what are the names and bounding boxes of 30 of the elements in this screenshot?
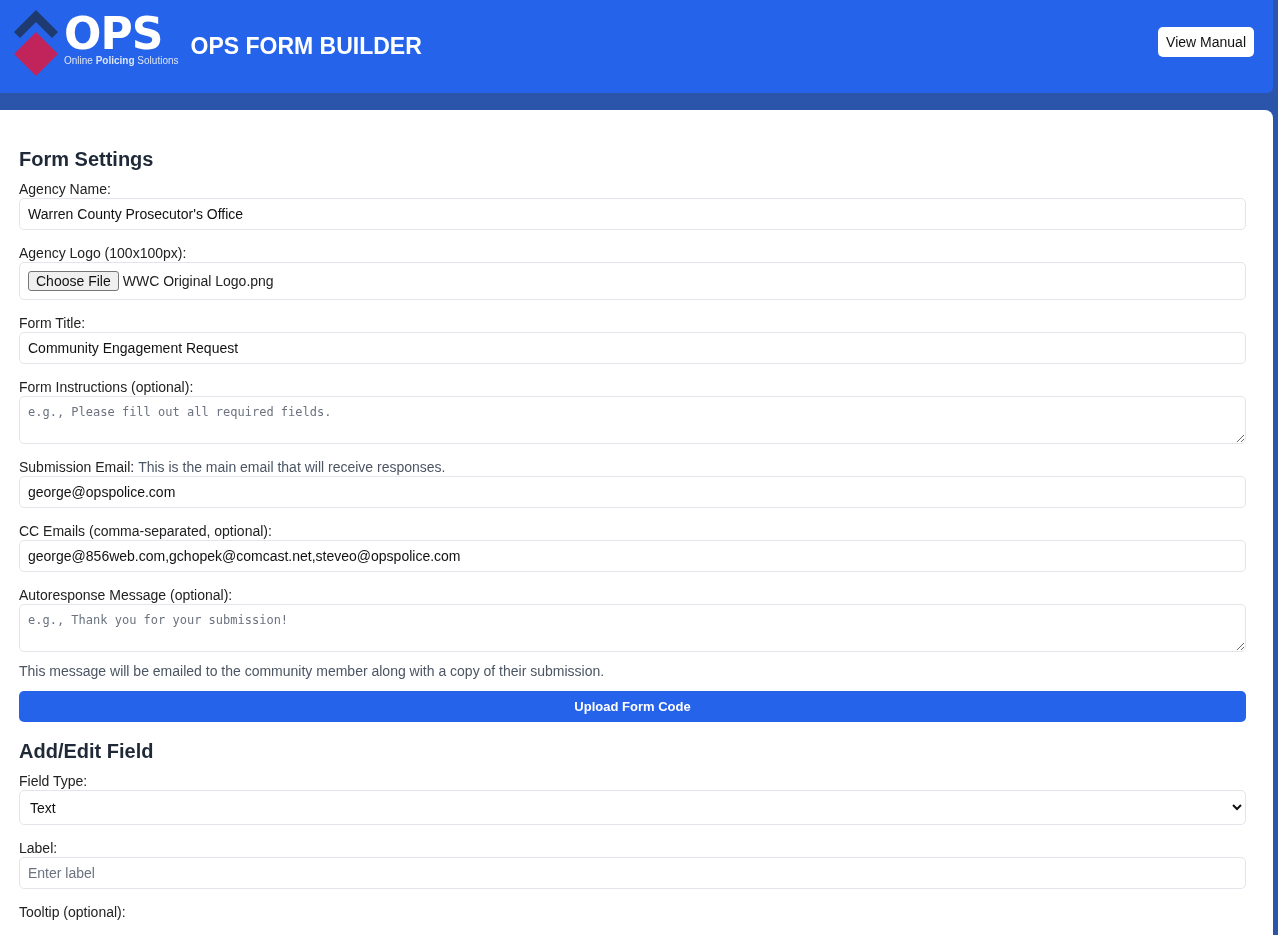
field-label: Form Title: [19, 315, 86, 331]
field-label: CC Emails (comma-separated, optional): [19, 523, 272, 539]
field-label: Agency Logo (100x100px): [19, 245, 187, 261]
text-area[interactable]: e.g., Please fill out all required fields. [19, 396, 1246, 444]
section-heading: Form Settings [19, 148, 155, 171]
help-text: This message will be emailed to the community member along with a copy of their submission. [19, 663, 606, 679]
file-name: WWC Original Logo.png [122, 273, 274, 289]
input-field[interactable]: Warren County Prosecutor's Office [19, 198, 1246, 230]
input-field[interactable]: Community Engagement Request [19, 332, 1246, 364]
input-field[interactable]: george@856web.com,gchopek@comcast.net,steveo@opspolice.com [19, 540, 1246, 572]
field-label: Submission Email: [19, 459, 135, 475]
logo-tagline: Online Policing Solutions [64, 54, 179, 66]
field-label: Label: [19, 840, 58, 856]
input-field[interactable]: Enter label [19, 857, 1246, 889]
upload-form-code-button[interactable]: Upload Form Code [19, 691, 1246, 722]
field-type-select[interactable]: Text [19, 790, 1246, 825]
section-heading: Add/Edit Field [19, 740, 155, 763]
text-area[interactable]: e.g., Thank you for your submission! [19, 604, 1246, 652]
field-label: Agency Name: [19, 181, 111, 197]
field-label: Tooltip (optional): [19, 904, 126, 920]
app-title: OPS FORM BUILDER [190, 33, 422, 60]
file-input[interactable]: Choose File WWC Original Logo.png [19, 262, 1246, 300]
choose-file-button[interactable]: Choose File [28, 271, 119, 291]
logo-wordmark: OPS [64, 13, 163, 54]
field-label: Field Type: [19, 773, 88, 789]
field-label: Form Instructions (optional): [19, 379, 194, 395]
input-field[interactable]: george@opspolice.com [19, 476, 1246, 508]
field-hint: This is the main email that will receive responses. [138, 459, 446, 475]
field-label: Autoresponse Message (optional): [19, 587, 233, 603]
view-manual-button[interactable]: View Manual [1158, 26, 1254, 57]
